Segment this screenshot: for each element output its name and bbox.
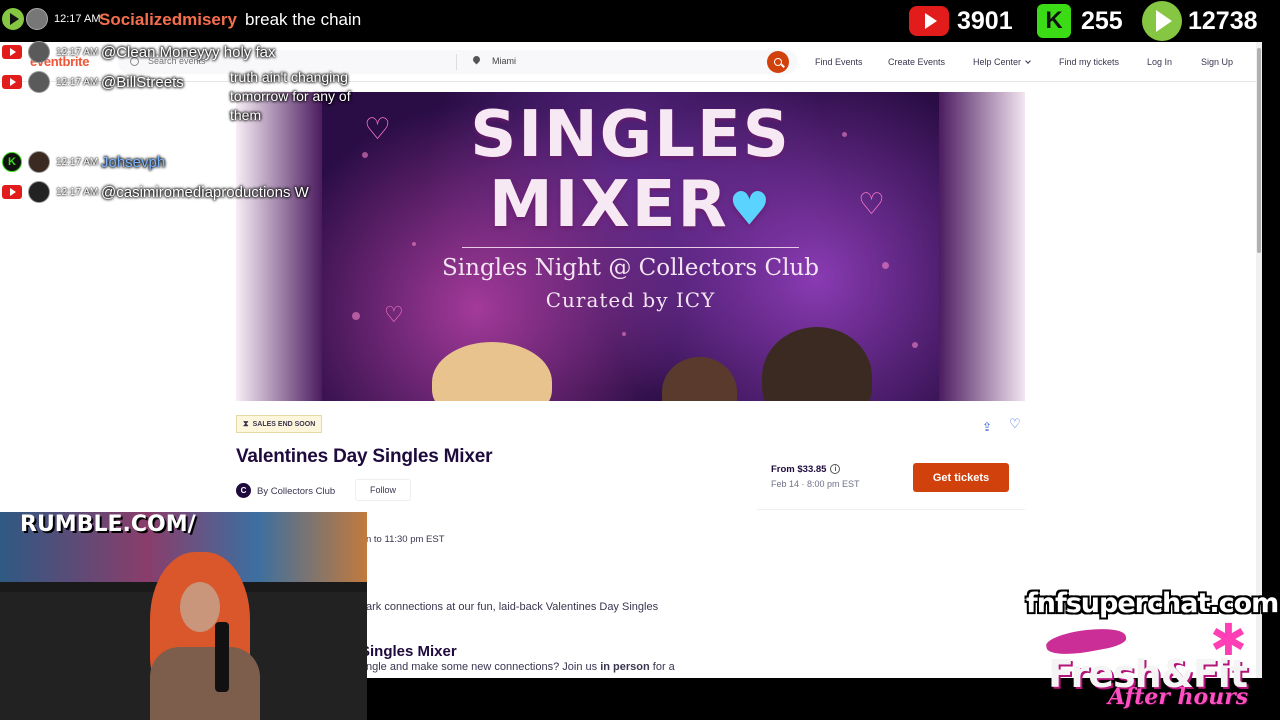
youtube-icon xyxy=(909,6,949,36)
ticket-price: From $33.85 i xyxy=(771,464,841,475)
event-time-range: n to 11:30 pm EST xyxy=(366,534,445,545)
avatar xyxy=(28,41,50,63)
chat-text: W xyxy=(294,183,309,201)
superchat-username: Socializedmisery xyxy=(99,10,237,29)
hero-person xyxy=(762,327,872,401)
heart-icon[interactable]: ♡ xyxy=(1009,416,1021,432)
chat-line: @casimiromediaproductions W xyxy=(101,184,309,201)
chevron-down-icon xyxy=(1025,58,1031,64)
nav-find-my-tickets[interactable]: Find my tickets xyxy=(1059,57,1119,67)
organizer-link[interactable]: By Collectors Club xyxy=(257,486,335,497)
chat-username: @BillStreets xyxy=(101,73,184,91)
chat-username: @Clean.Moneyyy xyxy=(101,43,220,61)
hourglass-icon: ⧗ xyxy=(243,419,249,428)
avatar xyxy=(26,8,48,30)
badge-label: SALES END SOON xyxy=(252,420,316,428)
stream-stage: 12:17 AM Socializedmisery break the chai… xyxy=(0,0,1280,720)
nav-sign-up[interactable]: Sign Up xyxy=(1201,57,1233,67)
rumble-viewers-value: 12738 xyxy=(1188,6,1258,35)
chat-timestamp: 12:17 AM xyxy=(56,156,99,168)
follow-button[interactable]: Follow xyxy=(355,479,411,501)
webcam-feed: RUMBLE.COM/ xyxy=(0,512,367,720)
chat-message: 12:17 AM @casimiromediaproductions W xyxy=(2,181,332,203)
nav-help-center[interactable]: Help Center xyxy=(973,57,1031,67)
avatar xyxy=(28,181,50,203)
chat-message: 12:17 AM @Clean.Moneyyy holy fax xyxy=(2,41,332,63)
webcam-sign: RUMBLE.COM/ xyxy=(20,512,196,537)
chat-username: @casimiromediaproductions xyxy=(101,183,291,201)
share-icon[interactable]: ⇪ xyxy=(982,420,992,434)
chat-text: truth ain't changing tomorrow for any of… xyxy=(230,69,351,123)
superchat-message: break the chain xyxy=(245,10,362,29)
divider xyxy=(757,509,1025,510)
nav-find-events[interactable]: Find Events xyxy=(815,57,863,67)
chat-line: @Clean.Moneyyy holy fax xyxy=(101,44,275,61)
location-input[interactable] xyxy=(492,56,742,66)
chat-text: holy fax xyxy=(223,43,276,61)
hero-divider xyxy=(462,247,799,248)
youtube-viewer-count: 3901 xyxy=(909,4,1013,38)
organizer-avatar: C xyxy=(236,483,251,498)
scrollbar-thumb[interactable] xyxy=(1257,48,1261,253)
event-title: Valentines Day Singles Mixer xyxy=(236,446,493,467)
chat-message: K 12:17 AM Johsevph xyxy=(2,151,232,173)
youtube-icon xyxy=(2,185,22,199)
webcam-host-face xyxy=(180,582,220,632)
price-label: From $33.85 xyxy=(771,464,827,475)
avatar xyxy=(28,71,50,93)
rumble-viewer-count: 12738 xyxy=(1142,1,1258,41)
hero-title-word: MIXER xyxy=(488,168,729,242)
youtube-icon xyxy=(2,75,22,89)
blue-heart-icon: ♥ xyxy=(728,181,773,236)
microphone-icon xyxy=(215,622,229,692)
kick-viewers-value: 255 xyxy=(1081,6,1123,35)
after-hours-logo: After hours xyxy=(1108,684,1249,710)
stream-top-bar: 12:17 AM Socializedmisery break the chai… xyxy=(0,0,1280,42)
youtube-icon xyxy=(2,45,22,59)
kick-icon: K xyxy=(1037,4,1071,38)
event-hero-image: ♡ ♡ ♡ SINGLES MIXER♥ Singles Night @ Col… xyxy=(322,92,939,401)
kick-viewer-count: K 255 xyxy=(1037,4,1123,38)
webcam-host-body xyxy=(150,647,260,720)
about-heading: Singles Mixer xyxy=(360,643,457,660)
chat-timestamp: 12:17 AM xyxy=(56,76,99,88)
event-summary: ark connections at our fun, laid-back Va… xyxy=(366,601,659,613)
sales-end-badge: ⧗ SALES END SOON xyxy=(236,415,323,433)
hero-person xyxy=(432,342,552,401)
nav-log-in[interactable]: Log In xyxy=(1147,57,1172,67)
search-divider xyxy=(456,54,457,70)
info-icon[interactable]: i xyxy=(830,464,841,475)
avatar xyxy=(28,151,50,173)
rumble-icon xyxy=(2,8,24,30)
kick-icon: K xyxy=(2,152,22,172)
get-tickets-button[interactable]: Get tickets xyxy=(913,463,1009,492)
event-description: ngle and make some new connections? Join… xyxy=(366,661,675,673)
rumble-icon xyxy=(1142,1,1182,41)
chat-message: 12:17 AM @BillStreets xyxy=(2,71,232,93)
chat-timestamp: 12:17 AM xyxy=(56,186,99,198)
hero-title-line1: SINGLES xyxy=(470,98,791,172)
nav-create-events[interactable]: Create Events xyxy=(888,57,945,67)
description-text-end: for a xyxy=(649,661,675,673)
hero-title-line2: MIXER♥ xyxy=(322,168,939,242)
hero-person xyxy=(662,357,737,401)
description-text: ngle and make some new connections? Join… xyxy=(366,661,601,673)
help-center-label: Help Center xyxy=(973,57,1022,67)
chat-username: Johsevph xyxy=(101,153,166,171)
hero-curator: Curated by ICY xyxy=(545,288,716,312)
hero-subtitle: Singles Night @ Collectors Club xyxy=(442,255,819,281)
description-bold: in person xyxy=(600,661,650,673)
youtube-viewers-value: 3901 xyxy=(957,6,1013,35)
search-button[interactable] xyxy=(767,51,789,73)
event-date: Feb 14 · 8:00 pm EST xyxy=(771,479,860,489)
chat-timestamp: 12:17 AM xyxy=(54,13,101,25)
search-icon xyxy=(774,58,782,66)
chat-timestamp: 12:17 AM xyxy=(56,46,99,58)
